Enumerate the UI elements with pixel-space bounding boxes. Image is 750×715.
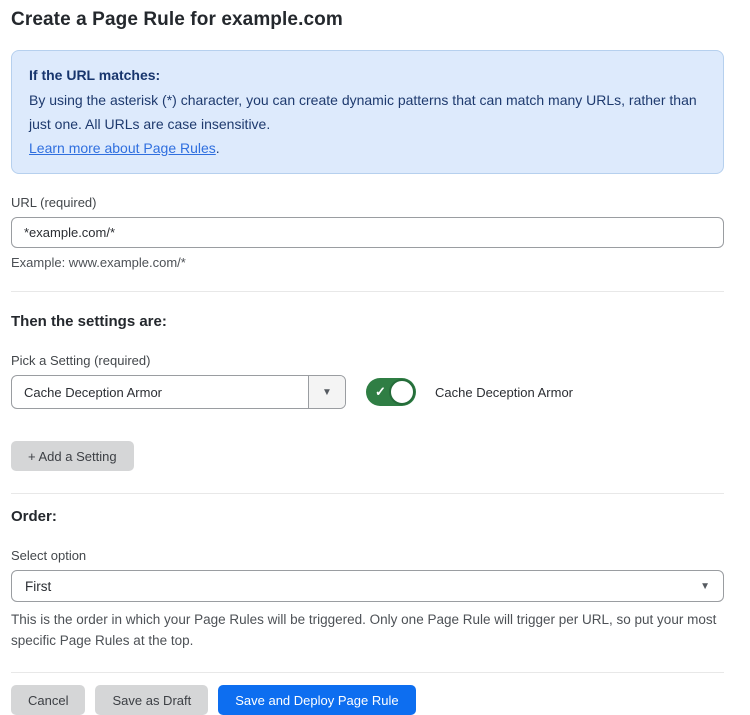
info-box-link-line: Learn more about Page Rules. bbox=[29, 136, 706, 160]
page-rule-form: Create a Page Rule for example.com If th… bbox=[11, 9, 724, 715]
cache-deception-armor-toggle[interactable]: ✓ bbox=[366, 378, 416, 406]
info-box-body: By using the asterisk (*) character, you… bbox=[29, 88, 706, 136]
link-period: . bbox=[216, 140, 220, 156]
cancel-button[interactable]: Cancel bbox=[11, 685, 85, 715]
toggle-knob bbox=[389, 379, 415, 405]
order-section-heading: Order: bbox=[11, 508, 724, 525]
order-dropdown[interactable]: First ▼ bbox=[11, 570, 724, 602]
settings-section-heading: Then the settings are: bbox=[11, 313, 724, 330]
chevron-down-icon: ▼ bbox=[322, 387, 332, 398]
form-actions: Cancel Save as Draft Save and Deploy Pag… bbox=[11, 685, 724, 715]
setting-dropdown[interactable]: Cache Deception Armor ▼ bbox=[11, 375, 346, 409]
save-and-deploy-button[interactable]: Save and Deploy Page Rule bbox=[218, 685, 415, 715]
check-icon: ✓ bbox=[375, 385, 386, 398]
divider bbox=[11, 493, 724, 494]
toggle-label: Cache Deception Armor bbox=[435, 385, 573, 400]
url-example-text: Example: www.example.com/* bbox=[11, 255, 724, 270]
order-dropdown-value: First bbox=[25, 579, 51, 594]
setting-row: Cache Deception Armor ▼ ✓ Cache Deceptio… bbox=[11, 375, 724, 409]
setting-dropdown-arrow-button[interactable]: ▼ bbox=[308, 376, 345, 408]
url-match-info-box: If the URL matches: By using the asteris… bbox=[11, 50, 724, 174]
url-input[interactable] bbox=[11, 217, 724, 248]
setting-picker-label: Pick a Setting (required) bbox=[11, 353, 724, 368]
info-box-heading: If the URL matches: bbox=[29, 63, 706, 87]
setting-dropdown-value: Cache Deception Armor bbox=[12, 376, 308, 408]
order-help-text: This is the order in which your Page Rul… bbox=[11, 609, 724, 651]
order-select-label: Select option bbox=[11, 548, 724, 563]
learn-more-link[interactable]: Learn more about Page Rules bbox=[29, 140, 216, 156]
add-setting-button[interactable]: + Add a Setting bbox=[11, 441, 134, 471]
page-title: Create a Page Rule for example.com bbox=[11, 9, 724, 31]
chevron-down-icon: ▼ bbox=[700, 581, 710, 592]
divider bbox=[11, 291, 724, 292]
save-as-draft-button[interactable]: Save as Draft bbox=[95, 685, 208, 715]
divider bbox=[11, 672, 724, 673]
url-field-label: URL (required) bbox=[11, 195, 724, 210]
